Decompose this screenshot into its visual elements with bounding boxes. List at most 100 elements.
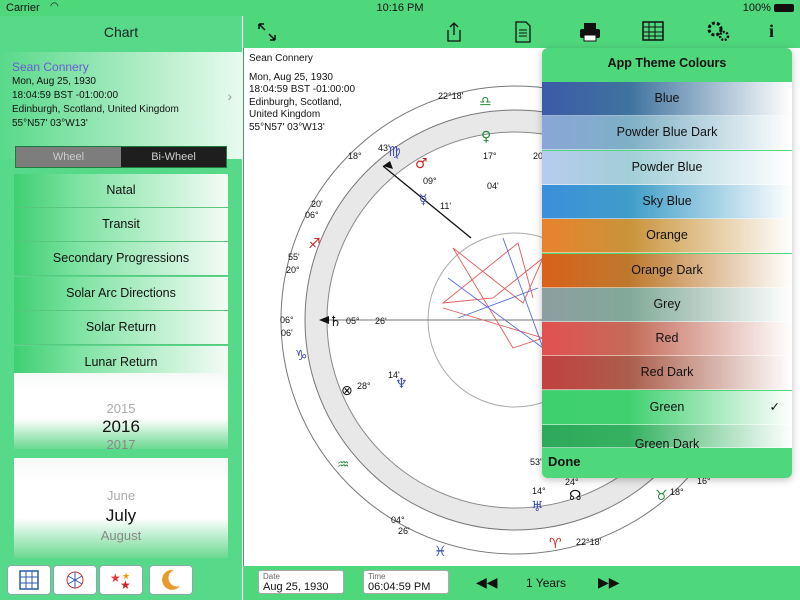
expand-icon[interactable] [257,22,277,42]
time-field[interactable]: Time 06:04:59 PM [363,570,449,594]
popup-title: App Theme Colours [607,56,727,70]
sagittarius-icon: ♐ [308,236,321,252]
wheel-label: 26' [375,316,387,326]
step-label: 1 Years [526,576,567,590]
fast-forward-icon[interactable]: ▶▶ [598,574,620,591]
theme-option-sky-blue[interactable]: Sky Blue [542,184,792,219]
profile-place: Edinburgh, Scotland, United Kingdom [12,104,179,115]
uranus-icon: ♅ [531,499,544,515]
picker-selected[interactable]: 2016 [14,417,228,437]
document-icon[interactable] [514,21,532,43]
wheel-label: 53' [530,457,542,467]
aries-icon: ♈ [549,536,562,552]
theme-option-label: Powder Blue [631,159,703,174]
menu-item-solar-arc[interactable]: Solar Arc Directions [14,277,228,311]
mars-icon: ♂ [415,156,428,172]
svg-text:★: ★ [122,571,130,581]
theme-option-green-dark[interactable]: Green Dark [542,425,792,451]
wheel-label: 26' [398,526,410,536]
menu-item-transit[interactable]: Transit [14,208,228,242]
theme-option-powder-blue-dark[interactable]: Powder Blue Dark [542,116,792,151]
picker-option[interactable]: 2015 [14,401,228,416]
wheel-label: 05° [346,316,360,326]
wheel-label: 09° [423,176,437,186]
wheel-label: 28° [357,381,371,391]
gear-icon[interactable] [705,19,731,43]
status-bar: Carrier ◠ 10:16 PM 100% [0,0,800,16]
wheel-label: 04' [487,181,499,191]
segment-biwheel[interactable]: Bi-Wheel [121,147,226,167]
stars-icon: ★ ★★ [110,571,131,592]
theme-option-label: Sky Blue [642,193,692,208]
done-button[interactable]: Done [548,454,581,469]
wheel-label: 11' [440,201,451,211]
wheel-label: 22°18' [438,91,464,101]
wheel-label: 22°18' [576,537,602,547]
theme-option-label: Green [649,399,685,414]
part-of-fortune-icon: ⊗ [341,383,353,399]
sidebar-title: Chart [103,24,139,40]
grid-icon [19,570,39,590]
printer-icon[interactable] [578,21,602,43]
wheel-label: 04° [391,515,405,525]
wheel-label: 55' [288,252,300,262]
info-icon[interactable]: i [769,21,774,42]
time-field-value: 06:04:59 PM [368,581,431,593]
wheel-label: 06° [280,315,294,325]
menu-item-natal[interactable]: Natal [14,174,228,208]
time-field-label: Time [368,572,386,581]
date-field[interactable]: Date Aug 25, 1930 [258,570,344,594]
profile-card[interactable]: Sean Connery Mon, Aug 25, 1930 18:04:59 … [0,52,242,159]
rewind-icon[interactable]: ◀◀ [476,574,498,591]
moon-button[interactable] [149,565,193,595]
theme-option-red-dark[interactable]: Red Dark [542,356,792,391]
theme-option-red[interactable]: Red [542,322,792,357]
moon-icon [162,569,180,590]
wheel-label: 14° [532,486,546,496]
status-time: 10:16 PM [376,2,424,14]
theme-option-label: Orange Dark [631,262,703,277]
wheel-label: 20' [311,199,323,209]
wheel-label: 18° [348,151,362,161]
menu-item-solar-return[interactable]: Solar Return [14,311,228,345]
bottom-bar: Date Aug 25, 1930 Time 06:04:59 PM ◀◀ 1 … [243,566,800,600]
picker-selected[interactable]: July [14,506,228,526]
picker-option[interactable]: June [14,488,228,503]
wheel-segmented-control: Wheel Bi-Wheel [15,146,227,168]
toolbar: i [243,16,800,48]
checkmark-icon: ✓ [769,399,780,414]
theme-option-label: Powder Blue Dark [616,125,718,140]
theme-option-label: Blue [654,91,680,105]
capricorn-icon: ♑ [295,348,308,364]
theme-option-label: Red [655,331,679,346]
menu-item-secondary-progressions[interactable]: Secondary Progressions [14,242,228,276]
year-picker[interactable]: 2015 2016 2017 [14,373,228,452]
network-icon [66,571,84,589]
theme-option-orange[interactable]: Orange [542,219,792,254]
share-icon[interactable] [445,21,463,43]
profile-name: Sean Connery [12,60,89,74]
grid-button[interactable] [7,565,51,595]
date-field-label: Date [263,572,280,581]
profile-date: Mon, Aug 25, 1930 [12,76,96,87]
wheel-label: 20° [286,265,300,275]
wheel-label: 24° [565,477,579,487]
picker-option[interactable]: August [14,528,228,543]
theme-option-grey[interactable]: Grey [542,287,792,322]
picker-option[interactable]: 2017 [14,437,228,452]
theme-option-orange-dark[interactable]: Orange Dark [542,253,792,288]
venus-icon: ♀ [481,129,491,145]
libra-icon: ♎ [479,94,492,110]
table-icon[interactable] [641,20,665,42]
stars-button[interactable]: ★ ★ ★ [99,565,143,595]
segment-wheel[interactable]: Wheel [16,147,121,167]
theme-option-blue[interactable]: Blue [542,82,792,116]
theme-option-powder-blue[interactable]: Powder Blue [542,150,792,185]
theme-option-label: Green Dark [634,437,700,451]
aquarius-icon: ♒ [337,457,350,473]
profile-time: 18:04:59 BST -01:00:00 [12,90,119,101]
aspects-button[interactable] [53,565,97,595]
mercury-icon: ☿ [419,192,428,208]
month-picker[interactable]: June July August [14,458,228,558]
theme-option-green[interactable]: Green ✓ [542,390,792,425]
